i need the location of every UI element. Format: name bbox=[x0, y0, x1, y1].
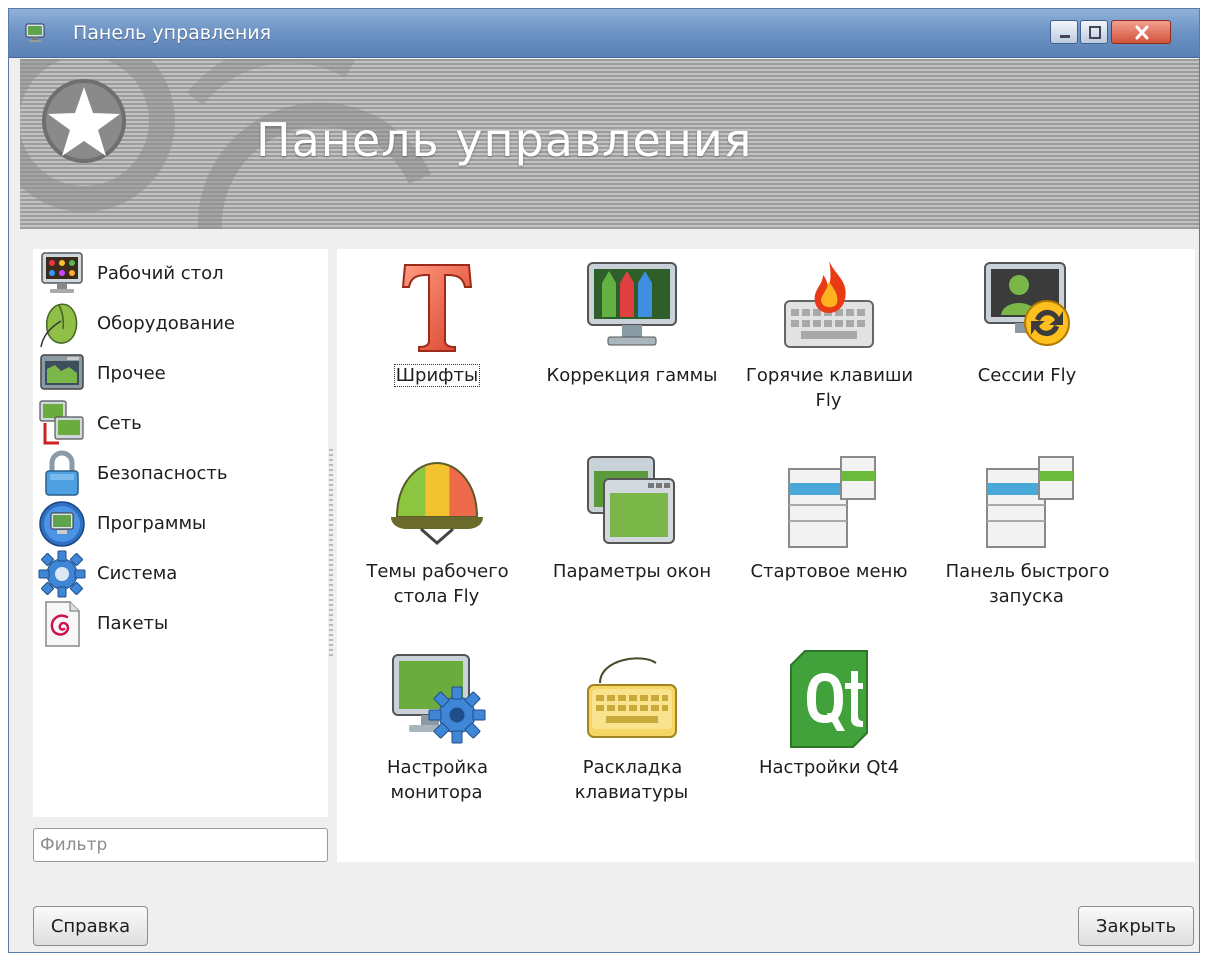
gear-icon bbox=[38, 550, 86, 598]
monitor-gear-icon bbox=[392, 654, 486, 744]
applet-fonts[interactable]: Шрифты bbox=[337, 255, 537, 435]
filter-input[interactable] bbox=[33, 828, 328, 862]
themes-helmet-icon bbox=[391, 461, 483, 545]
window-title: Панель управления bbox=[73, 22, 272, 44]
applet-qt4-settings[interactable]: Настройки Qt4 bbox=[729, 647, 929, 827]
sidebar-item-security[interactable]: Безопасность bbox=[33, 449, 328, 499]
gamma-pencils-monitor-icon bbox=[587, 262, 677, 346]
minimize-button[interactable] bbox=[1050, 20, 1078, 44]
sidebar-item-label: Пакеты bbox=[97, 613, 169, 634]
applet-label: Настройки Qt4 bbox=[758, 757, 900, 778]
applet-label: Шрифты bbox=[393, 364, 481, 387]
applet-gamma-correction[interactable]: Коррекция гаммы bbox=[532, 255, 732, 435]
applet-label: Настройка монитора bbox=[387, 757, 488, 803]
applets-grid: Шрифты Коррекция гаммы Горячие клавиши F… bbox=[337, 249, 1195, 862]
start-menu-icon bbox=[788, 456, 876, 548]
sidebar-item-label: Рабочий стол bbox=[97, 263, 224, 284]
help-button[interactable]: Справка bbox=[33, 906, 148, 946]
sessions-user-refresh-icon bbox=[984, 262, 1070, 346]
header-banner: Панель управления bbox=[20, 59, 1199, 229]
padlock-icon bbox=[45, 450, 79, 496]
applet-fly-desktop-themes[interactable]: Темы рабочего стола Fly bbox=[337, 451, 537, 631]
sidebar-item-misc[interactable]: Прочее bbox=[33, 349, 328, 399]
hotkeys-keyboard-flame-icon bbox=[784, 261, 874, 348]
category-sidebar: Рабочий стол Оборудование Прочее Сеть Бе… bbox=[33, 249, 328, 817]
maximize-icon bbox=[1089, 26, 1101, 39]
sidebar-item-programs[interactable]: Программы bbox=[33, 499, 328, 549]
debian-package-icon bbox=[45, 601, 80, 647]
mouse-icon bbox=[40, 303, 78, 348]
sidebar-item-label: Сеть bbox=[97, 413, 142, 434]
sidebar-item-hardware[interactable]: Оборудование bbox=[33, 299, 328, 349]
panel-splitter-handle[interactable] bbox=[329, 449, 333, 659]
applet-start-menu[interactable]: Стартовое меню bbox=[729, 451, 929, 631]
sidebar-item-desktop[interactable]: Рабочий стол bbox=[33, 249, 328, 299]
title-bar[interactable]: Панель управления bbox=[9, 9, 1199, 58]
control-panel-app-icon bbox=[25, 23, 45, 42]
applet-fly-sessions[interactable]: Сессии Fly bbox=[927, 255, 1127, 435]
applet-label: Коррекция гаммы bbox=[546, 365, 718, 386]
applet-quick-launch-panel[interactable]: Панель быстрого запуска bbox=[927, 451, 1127, 631]
network-computers-icon bbox=[39, 400, 84, 445]
font-t-icon bbox=[401, 264, 473, 352]
applet-label: Темы рабочего стола Fly bbox=[366, 561, 509, 607]
programs-monitor-icon bbox=[39, 501, 85, 547]
close-icon bbox=[1135, 25, 1149, 40]
sidebar-item-label: Безопасность bbox=[97, 463, 228, 484]
desktop-palette-icon bbox=[41, 252, 83, 293]
banner-title: Панель управления bbox=[256, 113, 753, 167]
map-screen-icon bbox=[40, 354, 84, 390]
window-close-button[interactable] bbox=[1111, 20, 1171, 44]
sidebar-item-label: Программы bbox=[97, 513, 207, 534]
applet-label: Сессии Fly bbox=[977, 365, 1077, 386]
keyboard-layout-icon bbox=[587, 657, 677, 738]
applet-label: Раскладка клавиатуры bbox=[574, 757, 689, 803]
windows-stack-icon bbox=[587, 456, 675, 544]
close-button[interactable]: Закрыть bbox=[1078, 906, 1194, 946]
applet-label: Параметры окон bbox=[552, 561, 712, 582]
sidebar-item-label: Прочее bbox=[97, 363, 166, 384]
control-panel-window: Панель управления Панель управления Рабо… bbox=[8, 8, 1200, 953]
minimize-icon bbox=[1060, 35, 1070, 38]
applet-label: Стартовое меню bbox=[750, 561, 908, 582]
qt-logo-icon bbox=[790, 650, 868, 748]
maximize-button[interactable] bbox=[1080, 20, 1108, 44]
quick-launch-panel-icon bbox=[986, 456, 1074, 548]
sidebar-item-label: Оборудование bbox=[97, 313, 235, 334]
sidebar-item-packages[interactable]: Пакеты bbox=[33, 599, 328, 649]
applet-window-settings[interactable]: Параметры окон bbox=[532, 451, 732, 631]
applet-label: Горячие клавиши Fly bbox=[745, 365, 914, 411]
applet-keyboard-layout[interactable]: Раскладка клавиатуры bbox=[532, 647, 732, 827]
sidebar-item-system[interactable]: Система bbox=[33, 549, 328, 599]
sidebar-item-network[interactable]: Сеть bbox=[33, 399, 328, 449]
applet-hotkeys[interactable]: Горячие клавиши Fly bbox=[729, 255, 929, 435]
applet-label: Панель быстрого запуска bbox=[945, 561, 1110, 607]
applet-monitor-settings[interactable]: Настройка монитора bbox=[337, 647, 537, 827]
sidebar-item-label: Система bbox=[97, 563, 178, 584]
